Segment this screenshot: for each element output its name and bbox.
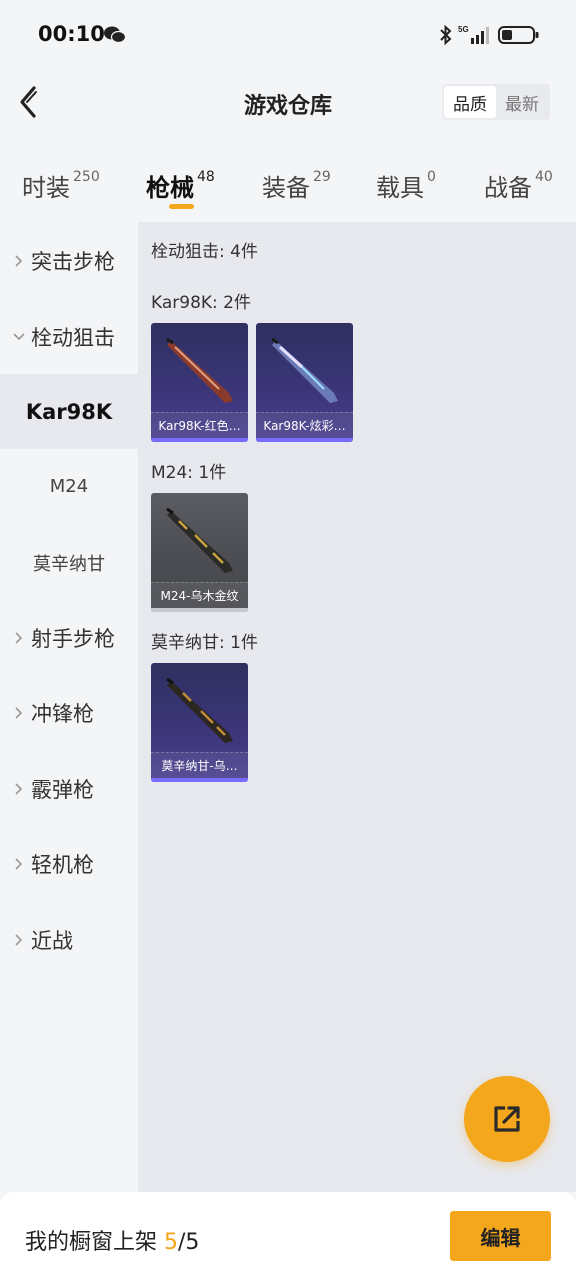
sidebar-item-label: M24 <box>49 476 89 497</box>
item-card-name: Kar98K-红色… <box>151 412 248 438</box>
chevron-right-icon <box>15 631 23 644</box>
sidebar-item-label: 冲锋枪 <box>31 701 94 726</box>
rifle-ebony-gold-icon <box>166 507 233 573</box>
sidebar-item-label: 突击步枪 <box>31 249 115 274</box>
showcase-status: 我的橱窗上架 5/5 <box>25 1224 199 1256</box>
tab-count: 48 <box>197 169 215 185</box>
item-card[interactable]: Kar98K-红色… <box>151 323 248 442</box>
category-tabs: 时装 250 枪械 48 装备 29 载具 0 战备 40 <box>0 142 576 222</box>
tab-label: 枪械 <box>146 174 194 202</box>
rifle-red-icon <box>166 337 233 403</box>
sidebar-item-label: 近战 <box>31 928 73 953</box>
item-card-name: M24-乌木金纹 <box>151 582 248 608</box>
item-card[interactable]: M24-乌木金纹 <box>151 493 248 612</box>
sidebar-item-assault-rifle[interactable]: 突击步枪 <box>0 223 138 298</box>
active-tab-indicator <box>169 204 194 209</box>
tab-guns[interactable]: 枪械 48 <box>146 168 215 203</box>
share-icon <box>494 1106 520 1132</box>
chevron-down-icon <box>13 332 25 340</box>
item-card[interactable]: 莫辛纳甘-乌… <box>151 663 248 782</box>
sidebar-item-label: 栓动狙击 <box>31 325 115 350</box>
item-card-name: Kar98K-炫彩… <box>256 412 353 438</box>
sort-option-quality[interactable]: 品质 <box>444 86 496 118</box>
tab-fashion[interactable]: 时装 250 <box>22 168 100 203</box>
signal-icon: 5G <box>458 25 489 44</box>
showcase-label: 我的橱窗上架 <box>25 1230 158 1255</box>
group-title-m24: M24: 1件 <box>151 463 227 483</box>
rifle-ebony-icon <box>166 677 233 743</box>
battery-icon <box>498 26 539 44</box>
tab-count: 29 <box>313 169 331 185</box>
item-card[interactable]: Kar98K-炫彩… <box>256 323 353 442</box>
item-card-name: 莫辛纳甘-乌… <box>151 752 248 778</box>
tab-count: 40 <box>535 169 553 185</box>
sidebar-item-dmr[interactable]: 射手步枪 <box>0 600 138 675</box>
item-grid-panel: 栓动狙击: 4件 Kar98K: 2件 Kar98K-红色… Kar98K-炫彩… <box>138 222 576 1192</box>
share-button[interactable] <box>464 1076 550 1162</box>
rarity-bar <box>151 438 248 442</box>
showcase-count: 5 <box>164 1230 179 1255</box>
sidebar-item-bolt-sniper[interactable]: 栓动狙击 <box>0 299 138 374</box>
tab-supplies[interactable]: 战备 40 <box>484 168 553 203</box>
bluetooth-icon <box>440 24 452 46</box>
tab-label: 时装 <box>22 174 70 202</box>
wechat-icon <box>104 26 127 44</box>
sidebar-item-label: Kar98K <box>25 399 113 424</box>
rarity-bar <box>151 778 248 782</box>
sidebar-item-melee[interactable]: 近战 <box>0 902 138 977</box>
tab-count: 250 <box>73 169 100 185</box>
group-title-kar98k: Kar98K: 2件 <box>151 293 251 313</box>
tab-count: 0 <box>427 169 436 185</box>
subcategory-sidebar: 突击步枪 栓动狙击 Kar98K M24 莫辛纳甘 射手步枪 冲锋枪 霰弹枪 轻… <box>0 222 138 1192</box>
sidebar-item-label: 轻机枪 <box>31 852 94 877</box>
tab-label: 装备 <box>262 174 310 202</box>
sidebar-item-kar98k[interactable]: Kar98K <box>0 374 138 449</box>
sidebar-item-label: 霰弹枪 <box>31 777 94 802</box>
rarity-bar <box>151 608 248 612</box>
tab-label: 载具 <box>376 174 424 202</box>
chevron-right-icon <box>15 782 23 795</box>
chevron-right-icon <box>15 933 23 946</box>
chevron-right-icon <box>15 706 23 719</box>
app-root: 00:10 5G 游戏仓库 品质 最新 时装 250 枪械 48 装备 29 载… <box>0 0 576 1280</box>
sidebar-item-m24[interactable]: M24 <box>0 449 138 524</box>
status-time: 00:10 <box>38 22 105 46</box>
tab-vehicles[interactable]: 载具 0 <box>376 168 436 203</box>
showcase-total: /5 <box>178 1230 200 1255</box>
rifle-colorful-icon <box>271 337 338 403</box>
sort-option-newest[interactable]: 最新 <box>496 86 548 118</box>
group-title-mosin-nagant: 莫辛纳甘: 1件 <box>151 633 258 653</box>
sidebar-item-smg[interactable]: 冲锋枪 <box>0 675 138 750</box>
sidebar-item-shotgun[interactable]: 霰弹枪 <box>0 751 138 826</box>
sidebar-item-lmg[interactable]: 轻机枪 <box>0 826 138 901</box>
status-bar: 00:10 5G <box>0 0 576 66</box>
bottom-bar: 我的橱窗上架 5/5 编辑 <box>0 1192 576 1280</box>
rarity-bar <box>256 438 353 442</box>
sort-toggle: 品质 最新 <box>442 84 550 120</box>
chevron-right-icon <box>15 254 23 267</box>
category-count-title: 栓动狙击: 4件 <box>151 242 258 262</box>
edit-button[interactable]: 编辑 <box>450 1211 551 1261</box>
tab-equipment[interactable]: 装备 29 <box>262 168 331 203</box>
chevron-right-icon <box>15 857 23 870</box>
svg-text:5G: 5G <box>458 25 469 34</box>
sidebar-item-label: 莫辛纳甘 <box>33 553 105 575</box>
sidebar-item-mosin-nagant[interactable]: 莫辛纳甘 <box>0 525 138 600</box>
tab-label: 战备 <box>484 174 532 202</box>
sidebar-item-label: 射手步枪 <box>31 626 115 651</box>
header: 游戏仓库 品质 最新 <box>0 66 576 142</box>
